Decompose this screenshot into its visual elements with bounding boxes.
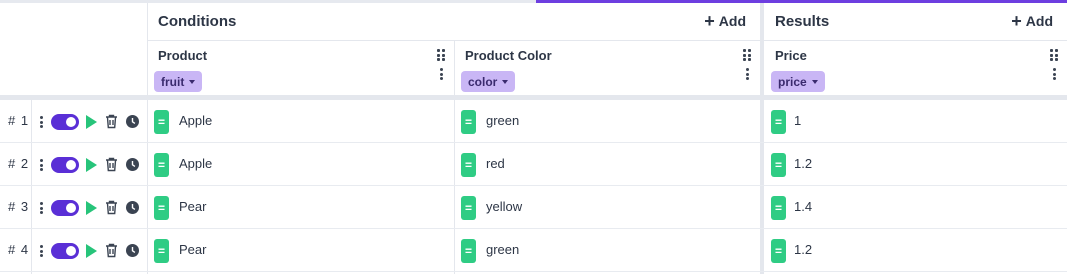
row-number: # 2 (8, 156, 30, 171)
clock-icon[interactable] (126, 158, 139, 171)
kebab-menu-icon[interactable] (746, 68, 749, 80)
caret-down-icon (502, 79, 509, 84)
column-tag-label: price (778, 74, 807, 89)
trash-icon[interactable] (105, 243, 118, 258)
add-result-button[interactable]: + Add (1011, 11, 1053, 31)
clock-icon[interactable] (126, 201, 139, 214)
column-tag-dropdown[interactable]: color (461, 71, 516, 92)
trash-icon[interactable] (105, 200, 118, 215)
add-condition-button[interactable]: + Add (704, 11, 746, 31)
row-number: # 1 (8, 113, 30, 128)
column-header-product: Product fruit (147, 41, 454, 96)
cell-value: 1 (794, 113, 802, 128)
cell-value: Apple (179, 156, 213, 171)
operator-badge[interactable]: = (154, 110, 169, 134)
play-icon[interactable] (86, 244, 97, 258)
operator-badge[interactable]: = (771, 110, 786, 134)
rule-enabled-toggle[interactable] (51, 243, 79, 259)
add-result-label: Add (1025, 13, 1053, 29)
clock-icon[interactable] (126, 244, 139, 257)
operator-badge[interactable]: = (461, 196, 476, 220)
kebab-menu-icon[interactable] (40, 202, 43, 214)
column-tag-dropdown[interactable]: price (771, 71, 825, 92)
results-header: Results + Add (764, 3, 1067, 41)
rule-enabled-toggle[interactable] (51, 157, 79, 173)
cell-value: yellow (486, 199, 523, 214)
operator-badge[interactable]: = (154, 239, 169, 263)
cell-product-color[interactable]: = yellow (454, 186, 760, 229)
results-title: Results (775, 13, 830, 30)
operator-badge[interactable]: = (461, 110, 476, 134)
cell-price[interactable]: = 1.4 (764, 186, 1067, 229)
cell-product[interactable]: = Apple (147, 100, 454, 143)
trash-icon[interactable] (105, 114, 118, 129)
cell-value: Pear (179, 242, 207, 257)
column-title: Product Color (465, 48, 552, 63)
cell-value: green (486, 242, 520, 257)
operator-badge[interactable]: = (771, 153, 786, 177)
cell-price[interactable]: = 1.2 (764, 143, 1067, 186)
cell-value: 1.4 (794, 199, 813, 214)
cell-value: 1.2 (794, 156, 813, 171)
cell-product[interactable]: = Apple (147, 143, 454, 186)
cell-price[interactable]: = 1.2 (764, 229, 1067, 272)
table-row: # 2 = Apple = red = 1.2 (0, 143, 1067, 186)
kebab-menu-icon[interactable] (40, 159, 43, 171)
plus-icon: + (1011, 11, 1022, 31)
cell-product-color[interactable]: = red (454, 143, 760, 186)
play-icon[interactable] (86, 115, 97, 129)
rule-enabled-toggle[interactable] (51, 114, 79, 130)
column-header-product-color: Product Color color (454, 41, 760, 96)
column-title: Product (158, 48, 208, 63)
cell-price[interactable]: = 1 (764, 100, 1067, 143)
table-row: # 3 = Pear = yellow = 1.4 (0, 186, 1067, 229)
column-tag-label: fruit (161, 74, 185, 89)
table-row: # 1 = Apple = green = 1 (0, 100, 1067, 143)
kebab-menu-icon[interactable] (1053, 68, 1056, 80)
cell-product[interactable]: = Pear (147, 186, 454, 229)
drag-handle-icon[interactable] (437, 49, 445, 61)
cell-value: red (486, 156, 505, 171)
cell-product[interactable]: = Pear (147, 229, 454, 272)
play-icon[interactable] (86, 158, 97, 172)
trash-icon[interactable] (105, 157, 118, 172)
drag-handle-icon[interactable] (1050, 49, 1058, 61)
cell-product-color[interactable]: = green (454, 229, 760, 272)
cell-value: Apple (179, 113, 213, 128)
operator-badge[interactable]: = (771, 196, 786, 220)
operator-badge[interactable]: = (771, 239, 786, 263)
column-header-price: Price price (764, 41, 1067, 96)
operator-badge[interactable]: = (461, 239, 476, 263)
conditions-title: Conditions (158, 13, 237, 30)
drag-handle-icon[interactable] (743, 49, 751, 61)
play-icon[interactable] (86, 201, 97, 215)
add-condition-label: Add (718, 13, 746, 29)
operator-badge[interactable]: = (461, 153, 476, 177)
plus-icon: + (704, 11, 715, 31)
column-title: Price (775, 48, 807, 63)
caret-down-icon (811, 79, 818, 84)
row-number: # 4 (8, 242, 30, 257)
cell-value: Pear (179, 199, 207, 214)
kebab-menu-icon[interactable] (40, 245, 43, 257)
cell-value: green (486, 113, 520, 128)
kebab-menu-icon[interactable] (40, 116, 43, 128)
column-tag-dropdown[interactable]: fruit (154, 71, 203, 92)
row-number: # 3 (8, 199, 30, 214)
caret-down-icon (189, 79, 196, 84)
rule-enabled-toggle[interactable] (51, 200, 79, 216)
cell-value: 1.2 (794, 242, 813, 257)
operator-badge[interactable]: = (154, 196, 169, 220)
clock-icon[interactable] (126, 115, 139, 128)
conditions-header: Conditions + Add (147, 3, 760, 41)
kebab-menu-icon[interactable] (440, 68, 443, 80)
operator-badge[interactable]: = (154, 153, 169, 177)
table-row: # 4 = Pear = green = 1.2 (0, 229, 1067, 272)
decision-table: Conditions + Add Results + Add Product f… (0, 3, 1067, 274)
column-tag-label: color (468, 74, 498, 89)
cell-product-color[interactable]: = green (454, 100, 760, 143)
